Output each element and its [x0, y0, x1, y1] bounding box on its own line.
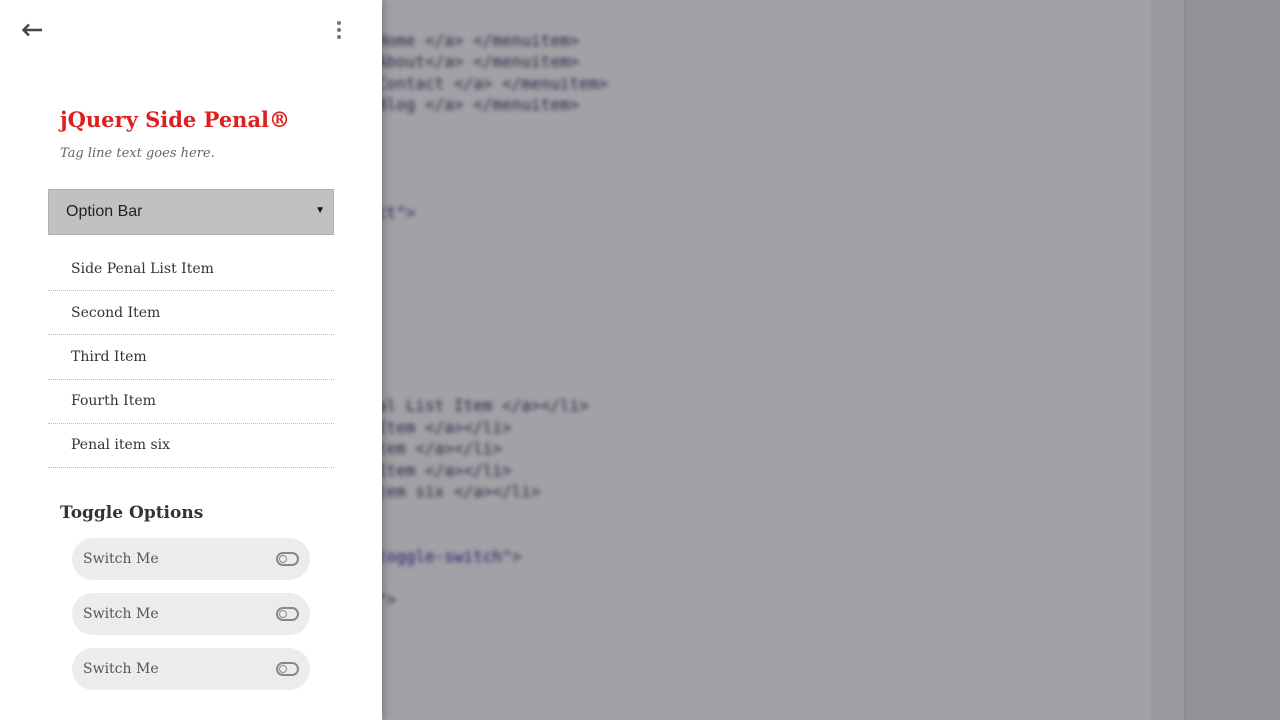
back-button[interactable] [18, 18, 46, 42]
list-item[interactable]: Third Item [48, 335, 334, 380]
list-item[interactable]: Second Item [48, 291, 334, 336]
editor-right-pane [1186, 0, 1280, 720]
more-options-button[interactable] [330, 18, 348, 42]
editor-gutter [1150, 0, 1186, 720]
toggle-switch-row[interactable]: Switch Me [72, 538, 310, 580]
option-select-value: Option Bar [66, 203, 143, 220]
panel-list: Side Penal List Item Second Item Third I… [48, 247, 334, 468]
option-select[interactable]: Option Bar ▼ [48, 189, 334, 235]
arrow-left-icon [21, 23, 42, 37]
panel-tagline: Tag line text goes here. [60, 146, 215, 161]
toggle-switch-icon[interactable] [276, 662, 299, 676]
toggle-buttons: Switch Me Switch Me Switch Me [72, 538, 310, 703]
list-item[interactable]: Fourth Item [48, 380, 334, 424]
list-item[interactable]: Side Penal List Item [48, 247, 334, 292]
more-vertical-icon-dot [337, 21, 341, 25]
caret-down-icon: ▼ [315, 205, 325, 216]
more-vertical-icon-dot [337, 28, 341, 32]
more-vertical-icon-dot [337, 35, 341, 39]
toggle-label: Switch Me [83, 551, 159, 567]
side-panel: jQuery Side Penal® Tag line text goes he… [0, 0, 382, 720]
toggle-switch-icon[interactable] [276, 607, 299, 621]
toggle-switch-row[interactable]: Switch Me [72, 648, 310, 690]
toggle-label: Switch Me [83, 606, 159, 622]
panel-title: jQuery Side Penal® [60, 107, 291, 132]
toggle-switch-row[interactable]: Switch Me [72, 593, 310, 635]
toggle-options-heading: Toggle Options [60, 503, 204, 523]
list-item[interactable]: Penal item six [48, 424, 334, 468]
toggle-switch-icon[interactable] [276, 552, 299, 566]
toggle-label: Switch Me [83, 661, 159, 677]
